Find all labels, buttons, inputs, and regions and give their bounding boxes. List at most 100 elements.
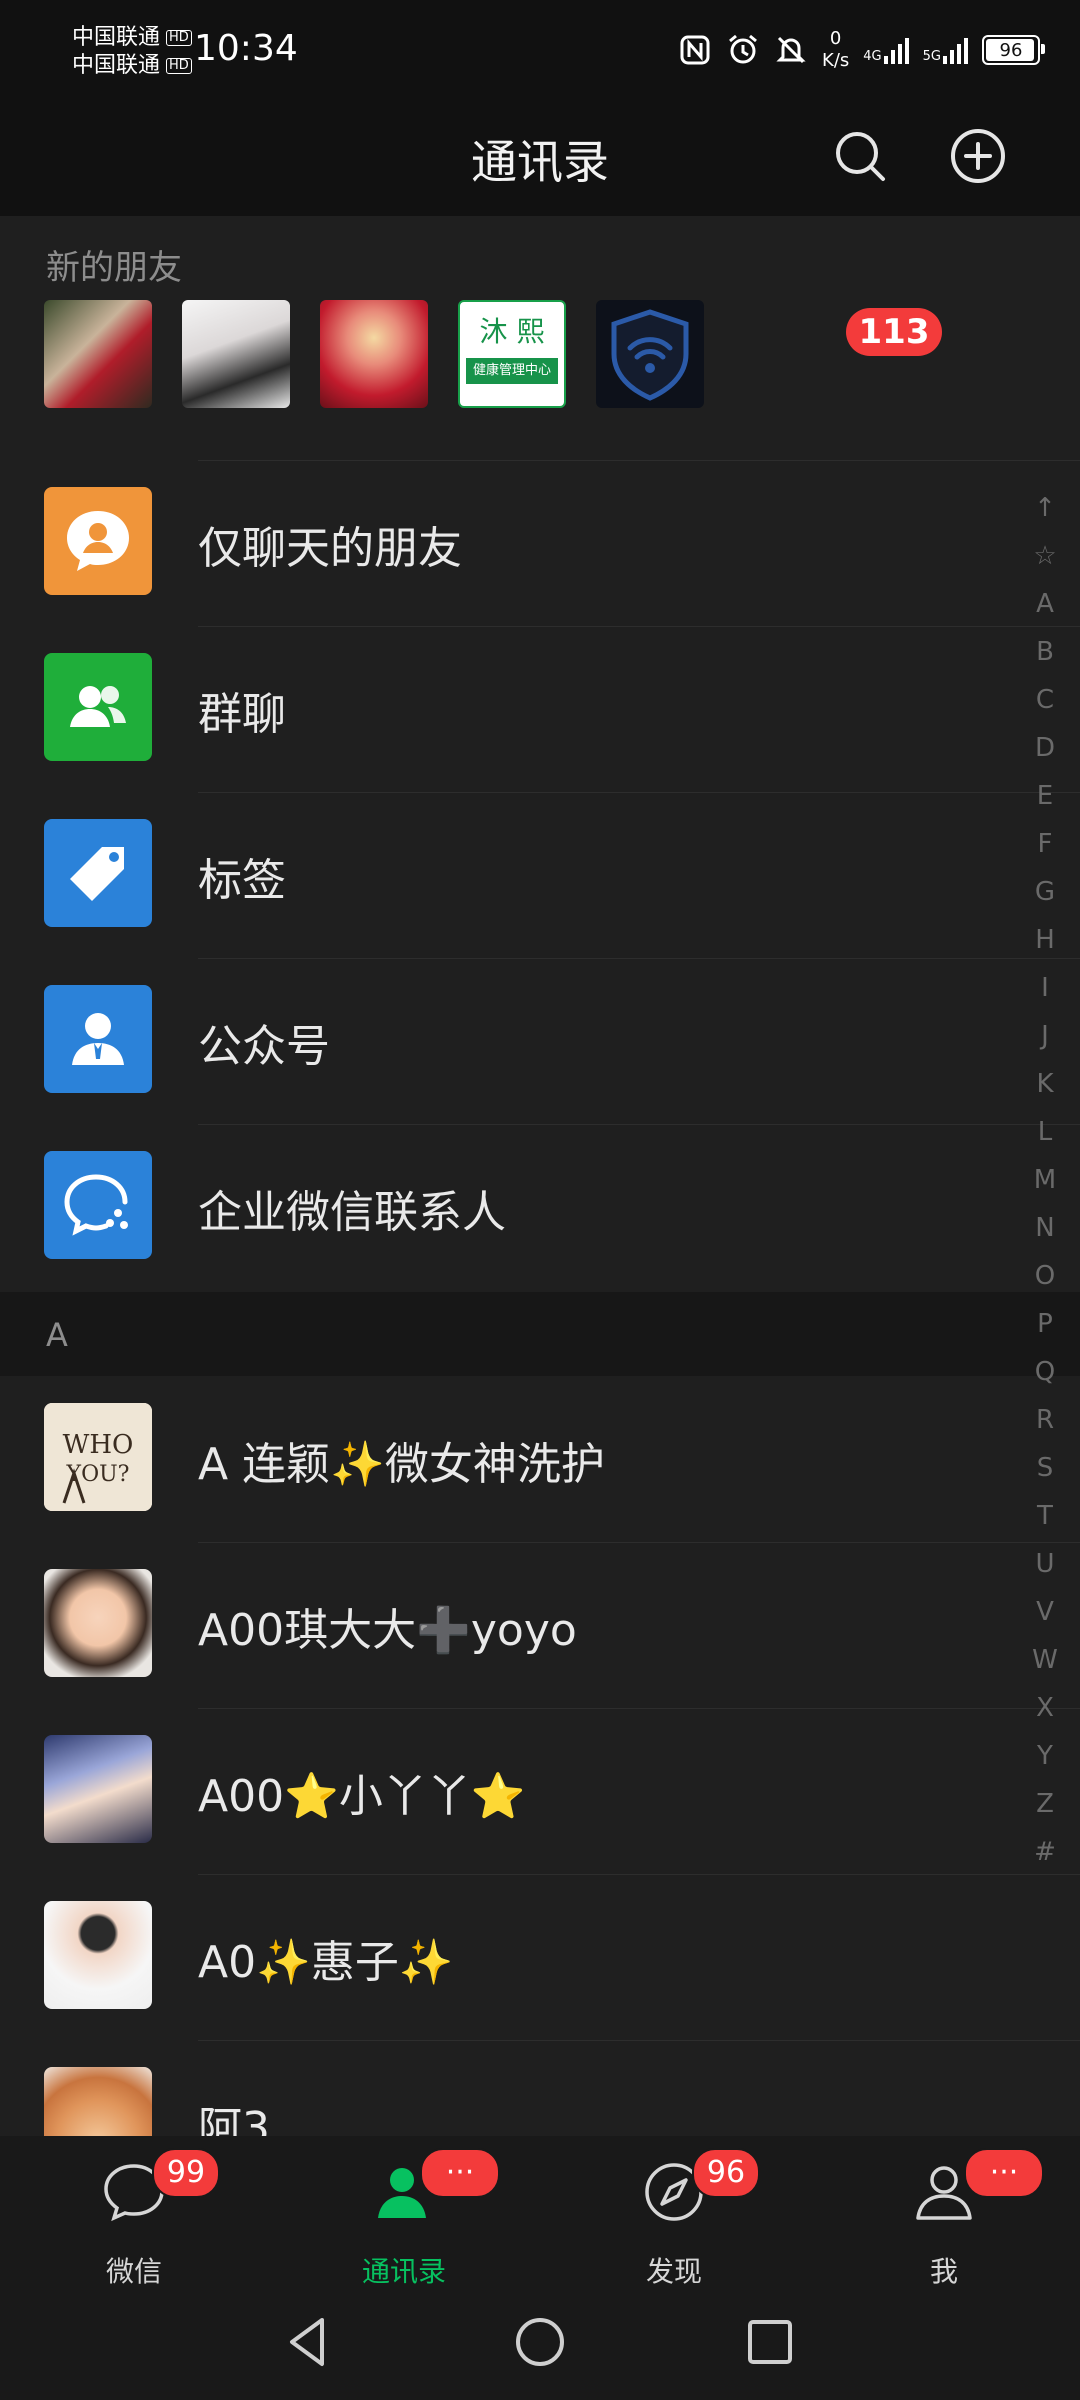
index-letter[interactable]: F: [1020, 820, 1070, 868]
divider: [198, 958, 1080, 959]
index-letter[interactable]: #: [1020, 1828, 1070, 1876]
contact-name: A00琪大大➕yoyo: [198, 1605, 577, 1656]
tab-chats[interactable]: 99 微信: [64, 2148, 220, 2288]
index-letter[interactable]: C: [1020, 676, 1070, 724]
net-speed: 0 K/s: [822, 28, 850, 71]
recents-icon[interactable]: [740, 2312, 800, 2372]
menu-item-official-accounts[interactable]: 公众号: [0, 958, 1080, 1124]
menu-item-label: 公众号: [198, 1021, 330, 1072]
index-letter[interactable]: Q: [1020, 1348, 1070, 1396]
contact-row[interactable]: A0✨惠子✨: [0, 1874, 1080, 2040]
tab-badge: 96: [692, 2148, 760, 2198]
wecom-icon: [44, 1151, 152, 1259]
tab-label: 微信: [105, 2255, 162, 2288]
index-letter[interactable]: N: [1020, 1204, 1070, 1252]
woman-red-photo: [320, 300, 428, 408]
official-account-icon: [44, 985, 152, 1093]
contact-avatar: [44, 1901, 152, 2009]
index-letter[interactable]: O: [1020, 1252, 1070, 1300]
section-header-a: A: [0, 1292, 1080, 1376]
tab-discover[interactable]: 96 发现: [604, 2148, 760, 2288]
index-letter[interactable]: Y: [1020, 1732, 1070, 1780]
tab-label: 发现: [645, 2255, 702, 2288]
index-letter[interactable]: P: [1020, 1300, 1070, 1348]
menu-item-label: 群聊: [198, 689, 286, 740]
contact-row[interactable]: WHO YOU? A 连颖✨微女神洗护: [0, 1376, 1080, 1542]
hd-badge-2: HD: [166, 58, 192, 74]
nfc-icon: [680, 35, 710, 65]
home-icon[interactable]: [510, 2312, 570, 2372]
back-icon[interactable]: [278, 2312, 338, 2372]
divider: [198, 460, 1080, 461]
contact-avatar: [44, 1569, 152, 1677]
signal-1: 4G: [863, 36, 909, 64]
index-letter[interactable]: W: [1020, 1636, 1070, 1684]
menu-item-tags[interactable]: 标签: [0, 792, 1080, 958]
contact-row[interactable]: 阿3: [0, 2040, 1080, 2136]
index-letter[interactable]: R: [1020, 1396, 1070, 1444]
tab-me[interactable]: ··· 我: [874, 2148, 1044, 2288]
group-icon: [44, 653, 152, 761]
new-friends-badge: 113: [846, 308, 942, 356]
tab-badge: 99: [152, 2148, 220, 2198]
nails-photo: [44, 300, 152, 408]
menu-item-label: 仅聊天的朋友: [198, 523, 462, 574]
tab-contacts[interactable]: ··· 通讯录: [334, 2148, 500, 2288]
index-letter[interactable]: ☆: [1020, 532, 1070, 580]
menu-item-group-chats[interactable]: 群聊: [0, 626, 1080, 792]
index-letter[interactable]: E: [1020, 772, 1070, 820]
tab-badge: ···: [420, 2148, 500, 2198]
contact-avatar: [44, 1735, 152, 1843]
contact-name: 阿3: [198, 2103, 270, 2136]
signal-2: 5G: [923, 36, 968, 64]
index-letter[interactable]: J: [1020, 1012, 1070, 1060]
index-letter[interactable]: M: [1020, 1156, 1070, 1204]
menu-item-label: 企业微信联系人: [198, 1187, 506, 1238]
wifi-shield-logo: [596, 300, 704, 408]
tab-label: 我: [929, 2255, 958, 2288]
index-letter[interactable]: K: [1020, 1060, 1070, 1108]
index-letter[interactable]: G: [1020, 868, 1070, 916]
index-letter[interactable]: V: [1020, 1588, 1070, 1636]
index-letter[interactable]: ↑: [1020, 484, 1070, 532]
carrier-1: 中国联通: [72, 25, 161, 50]
index-letter[interactable]: D: [1020, 724, 1070, 772]
index-letter[interactable]: X: [1020, 1684, 1070, 1732]
index-letter[interactable]: A: [1020, 580, 1070, 628]
search-icon[interactable]: [828, 124, 892, 188]
bottom-nav: 99 微信 ··· 通讯录 96 发现 ··· 我: [0, 2136, 1080, 2288]
index-letter[interactable]: T: [1020, 1492, 1070, 1540]
index-letter[interactable]: Z: [1020, 1780, 1070, 1828]
tag-icon: [44, 819, 152, 927]
index-letter[interactable]: L: [1020, 1108, 1070, 1156]
divider: [198, 626, 1080, 627]
alphabet-index-bar[interactable]: ↑ ☆ A B C D E F G H I J K L M N O P Q R S T U V W X Y Z #: [1020, 484, 1070, 1876]
system-nav-bar: [0, 2286, 1080, 2400]
index-letter[interactable]: I: [1020, 964, 1070, 1012]
index-letter[interactable]: S: [1020, 1444, 1070, 1492]
new-friends-label: 新的朋友: [46, 248, 182, 288]
svg-text:WHO: WHO: [63, 1430, 134, 1460]
contact-name: A00⭐小丫丫⭐: [198, 1771, 526, 1822]
alarm-icon: [729, 34, 757, 64]
plus-circle-icon[interactable]: [946, 124, 1010, 188]
girl-photo: [182, 300, 290, 408]
new-friends-section[interactable]: 新的朋友 沐 熙 健康管理中心 113: [0, 216, 1080, 460]
clock: 10:34: [194, 28, 298, 69]
menu-item-chat-only-friends[interactable]: 仅聊天的朋友: [0, 460, 1080, 626]
mute-bell-icon: [776, 36, 806, 64]
header: 通讯录: [0, 100, 1080, 216]
carrier-2: 中国联通: [72, 53, 161, 78]
contact-row[interactable]: A00琪大大➕yoyo: [0, 1542, 1080, 1708]
index-letter[interactable]: B: [1020, 628, 1070, 676]
index-letter[interactable]: U: [1020, 1540, 1070, 1588]
menu-item-wecom-contacts[interactable]: 企业微信联系人: [0, 1124, 1080, 1290]
contact-row[interactable]: A00⭐小丫丫⭐: [0, 1708, 1080, 1874]
contact-name: A0✨惠子✨: [198, 1937, 454, 1988]
page-title: 通讯录: [471, 135, 609, 189]
divider: [198, 1542, 1080, 1543]
tab-label: 通讯录: [361, 2255, 446, 2288]
menu-item-label: 标签: [198, 855, 286, 906]
index-letter[interactable]: H: [1020, 916, 1070, 964]
hd-badge-1: HD: [166, 30, 192, 46]
